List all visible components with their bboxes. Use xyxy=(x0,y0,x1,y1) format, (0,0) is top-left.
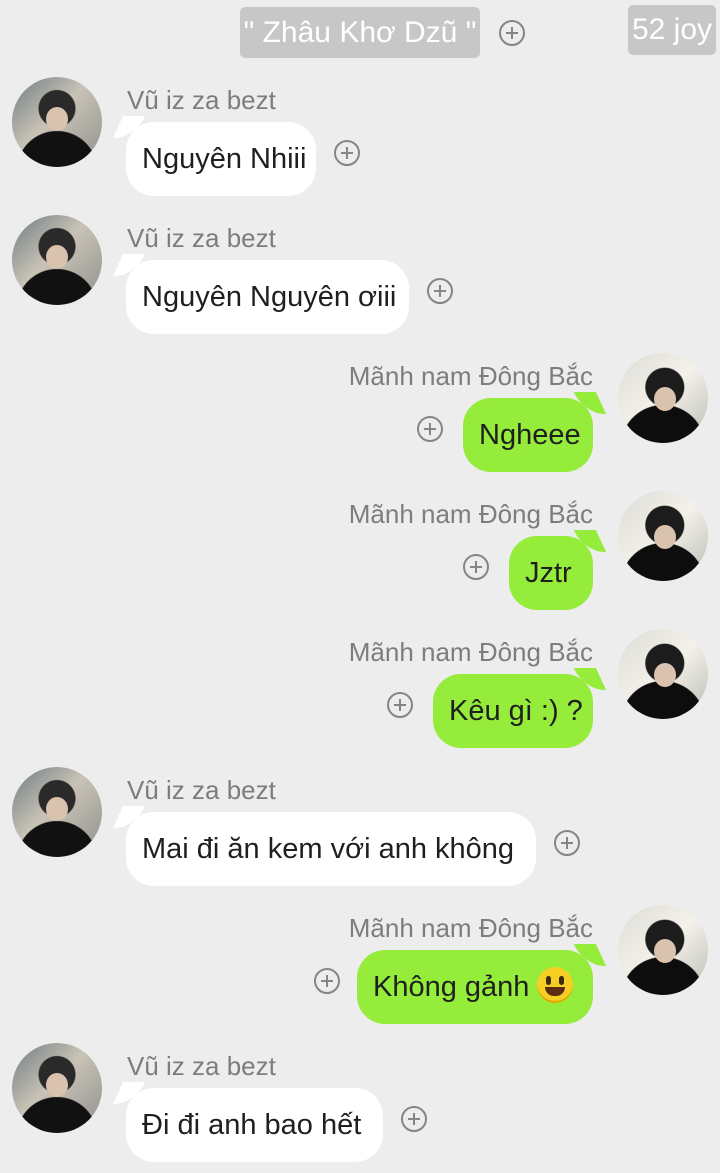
avatar[interactable] xyxy=(618,629,708,719)
sender-name: Mãnh nam Đông Bắc xyxy=(348,913,593,943)
message-row: Vũ iz za bezt Nguyên Nguyên ơiii xyxy=(0,215,720,345)
add-reaction-icon[interactable] xyxy=(499,20,525,46)
sender-name: Vũ iz za bezt xyxy=(127,223,276,253)
message-row: Mãnh nam Đông Bắc Ngheee xyxy=(0,353,720,483)
avatar[interactable] xyxy=(12,767,102,857)
sender-name: Vũ iz za bezt xyxy=(127,1051,276,1081)
avatar[interactable] xyxy=(618,905,708,995)
message-row: Vũ iz za bezt Đi đi anh bao hết xyxy=(0,1043,720,1173)
message-row: Mãnh nam Đông Bắc Jztr xyxy=(0,491,720,621)
message-row: Mãnh nam Đông Bắc Không gảnh xyxy=(0,905,720,1035)
message-bubble[interactable]: Nguyên Nhiii xyxy=(126,122,316,196)
sender-name: Vũ iz za bezt xyxy=(127,85,276,115)
avatar[interactable] xyxy=(618,353,708,443)
sender-name: Mãnh nam Đông Bắc xyxy=(348,361,593,391)
avatar[interactable] xyxy=(12,77,102,167)
message-row: Mãnh nam Đông Bắc Kêu gì :) ? xyxy=(0,629,720,759)
message-bubble[interactable]: Jztr xyxy=(509,536,593,610)
sender-name: Vũ iz za bezt xyxy=(127,775,276,805)
add-reaction-icon[interactable] xyxy=(463,554,489,580)
add-reaction-icon[interactable] xyxy=(417,416,443,442)
smiling-face-icon xyxy=(537,967,574,1003)
message-text: Không gảnh xyxy=(373,971,530,1003)
add-reaction-icon[interactable] xyxy=(387,692,413,718)
message-bubble[interactable]: Đi đi anh bao hết xyxy=(126,1088,383,1162)
add-reaction-icon[interactable] xyxy=(334,140,360,166)
message-row: Vũ iz za bezt Mai đi ăn kem với anh khôn… xyxy=(0,767,720,897)
message-row: Vũ iz za bezt Nguyên Nhiii xyxy=(0,77,720,207)
add-reaction-icon[interactable] xyxy=(554,830,580,856)
counter-badge: 52 joy xyxy=(628,5,716,55)
message-bubble[interactable]: Ngheee xyxy=(463,398,593,472)
avatar[interactable] xyxy=(618,491,708,581)
add-reaction-icon[interactable] xyxy=(314,968,340,994)
add-reaction-icon[interactable] xyxy=(427,278,453,304)
sender-name: Mãnh nam Đông Bắc xyxy=(348,499,593,529)
message-bubble[interactable]: Kêu gì :) ? xyxy=(433,674,593,748)
add-reaction-icon[interactable] xyxy=(401,1106,427,1132)
message-bubble[interactable]: Mai đi ăn kem với anh không xyxy=(126,812,536,886)
avatar[interactable] xyxy=(12,215,102,305)
sender-name: Mãnh nam Đông Bắc xyxy=(348,637,593,667)
message-bubble[interactable]: Không gảnh xyxy=(357,950,593,1024)
avatar[interactable] xyxy=(12,1043,102,1133)
group-name-chip[interactable]: " Zhâu Khơ Dzũ " xyxy=(240,7,480,58)
message-bubble[interactable]: Nguyên Nguyên ơiii xyxy=(126,260,409,334)
